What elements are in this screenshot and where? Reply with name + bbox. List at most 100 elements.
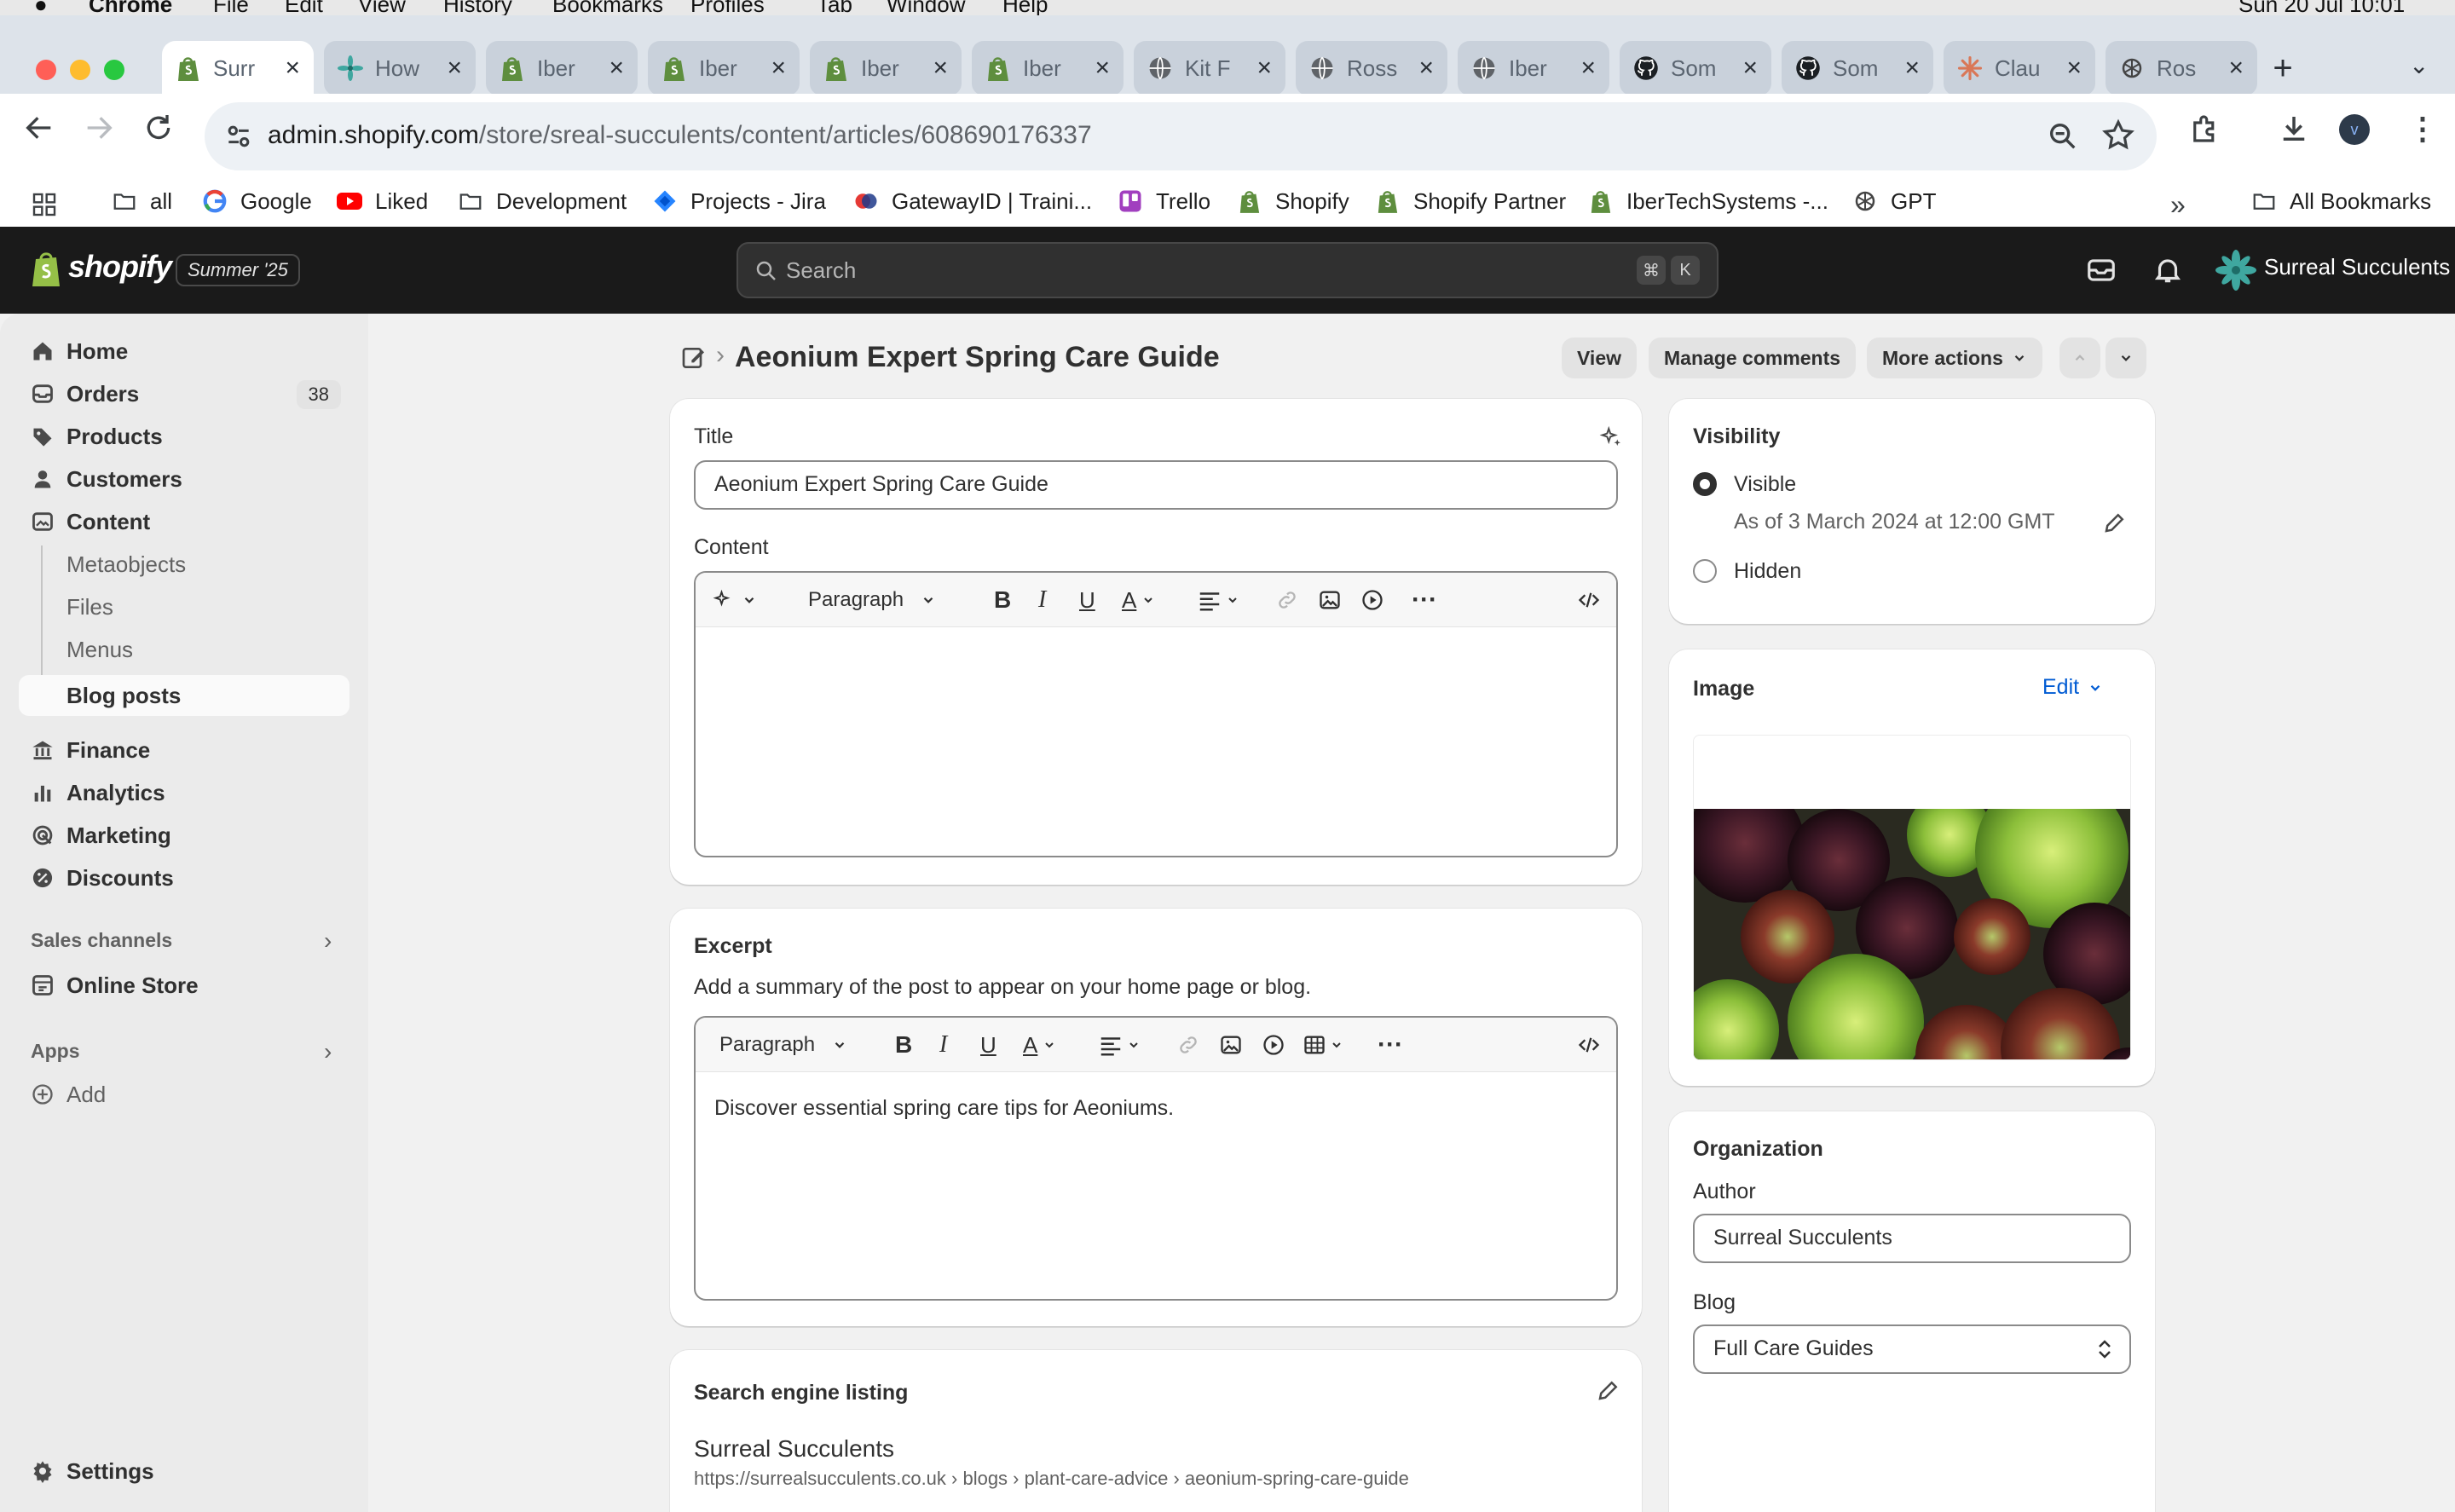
browser-tab[interactable]: Kit F × (1134, 41, 1285, 95)
back-icon[interactable] (22, 111, 56, 145)
previous-post-button[interactable] (2059, 338, 2100, 378)
menu-help[interactable]: Help (1002, 0, 1048, 15)
apple-menu[interactable]: ● (34, 0, 48, 15)
sidebar-item-products[interactable]: Products (19, 416, 349, 457)
browser-tab[interactable]: Ross × (1296, 41, 1447, 95)
bookmark-item[interactable]: Google (201, 188, 312, 215)
browser-tab[interactable]: Som × (1782, 41, 1933, 95)
browser-tab[interactable]: Som × (1620, 41, 1771, 95)
sidebar-item-metaobjects[interactable]: Metaobjects (19, 544, 349, 585)
sidebar-item-orders[interactable]: Orders 38 (19, 373, 349, 414)
admin-search-input[interactable]: Search ⌘ K (736, 242, 1718, 298)
sidebar-item-files[interactable]: Files (19, 586, 349, 627)
insert-image-icon[interactable] (1219, 1030, 1243, 1060)
image-edit-button[interactable]: Edit (2042, 675, 2103, 700)
align-icon[interactable] (1098, 1030, 1141, 1060)
close-tab-icon[interactable]: × (447, 55, 462, 81)
apps-heading[interactable]: Apps (31, 1040, 80, 1063)
sidebar-item-marketing[interactable]: Marketing (19, 815, 349, 856)
browser-tab[interactable]: Iber × (972, 41, 1124, 95)
excerpt-editor[interactable]: Paragraph B I U A ··· Discover essential… (694, 1016, 1618, 1301)
chrome-menu-icon[interactable]: ⋮ (2407, 111, 2438, 147)
author-input[interactable]: Surreal Succulents (1693, 1214, 2131, 1263)
close-tab-icon[interactable]: × (285, 55, 300, 81)
minimize-window-button[interactable] (70, 60, 90, 80)
italic-icon[interactable]: I (1038, 585, 1046, 615)
zoom-window-button[interactable] (104, 60, 124, 80)
insert-video-icon[interactable] (1360, 585, 1384, 615)
bookmark-item[interactable]: all (111, 188, 172, 215)
extensions-icon[interactable] (2187, 111, 2223, 147)
browser-tab[interactable]: Iber × (648, 41, 800, 95)
reload-icon[interactable] (142, 111, 176, 145)
profile-avatar[interactable]: v (2339, 114, 2370, 145)
close-tab-icon[interactable]: × (771, 55, 786, 81)
inbox-icon[interactable] (2085, 254, 2117, 286)
bell-icon[interactable] (2152, 254, 2184, 286)
browser-tab[interactable]: How × (324, 41, 476, 95)
underline-icon[interactable]: U (980, 1030, 996, 1060)
text-color-icon[interactable]: A (1122, 585, 1155, 615)
bookmark-item[interactable]: Shopify (1236, 188, 1349, 215)
align-icon[interactable] (1197, 585, 1239, 615)
zoom-icon[interactable] (2046, 119, 2080, 153)
bookmark-item[interactable]: GPT (1851, 188, 1936, 215)
show-html-icon[interactable] (1577, 585, 1601, 615)
more-formatting-icon[interactable]: ··· (1378, 1030, 1403, 1060)
sidebar-item-analytics[interactable]: Analytics (19, 772, 349, 813)
all-bookmarks-folder[interactable]: All Bookmarks (2250, 188, 2431, 215)
italic-icon[interactable]: I (939, 1030, 947, 1060)
link-icon[interactable] (1275, 585, 1299, 615)
site-info-icon[interactable] (222, 119, 256, 153)
edit-date-pencil-icon[interactable] (2102, 510, 2128, 535)
bold-icon[interactable]: B (994, 585, 1011, 615)
edition-badge[interactable]: Summer '25 (176, 254, 300, 286)
menu-file[interactable]: File (213, 0, 249, 15)
close-tab-icon[interactable]: × (1742, 55, 1758, 81)
bookmark-item[interactable]: IberTechSystems -... (1587, 188, 1828, 215)
visible-radio[interactable] (1693, 472, 1717, 496)
ai-sparkle-icon[interactable] (1599, 424, 1625, 450)
close-tab-icon[interactable]: × (2066, 55, 2082, 81)
insert-table-icon[interactable] (1303, 1030, 1343, 1060)
menu-chrome[interactable]: Chrome (89, 0, 172, 15)
hidden-radio[interactable] (1693, 559, 1717, 583)
bookmark-item[interactable]: Trello (1117, 188, 1210, 215)
menu-view[interactable]: View (358, 0, 406, 15)
sidebar-item-finance[interactable]: Finance (19, 730, 349, 770)
store-logo-icon[interactable] (2215, 249, 2257, 291)
store-name[interactable]: Surreal Succulents (2264, 254, 2450, 280)
visible-label[interactable]: Visible (1734, 472, 1796, 497)
blog-post-icon[interactable] (680, 344, 708, 372)
menu-tab[interactable]: Tab (817, 0, 852, 15)
featured-image-frame[interactable] (1693, 735, 2131, 1060)
bookmark-star-icon[interactable] (2100, 118, 2136, 153)
browser-tab[interactable]: Surr × (162, 41, 314, 95)
sidebar-item-content[interactable]: Content (19, 501, 349, 542)
more-formatting-icon[interactable]: ··· (1412, 585, 1437, 615)
browser-tab[interactable]: Iber × (1458, 41, 1609, 95)
bookmark-item[interactable]: Projects - Jira (651, 188, 826, 215)
address-bar[interactable]: admin.shopify.com/store/sreal-succulents… (205, 102, 2157, 170)
insert-video-icon[interactable] (1262, 1030, 1285, 1060)
menu-edit[interactable]: Edit (285, 0, 323, 15)
more-bookmarks-icon[interactable]: » (2170, 189, 2186, 221)
ai-generate-dropdown[interactable] (713, 585, 757, 615)
edit-pencil-icon[interactable] (1596, 1377, 1621, 1403)
close-tab-icon[interactable]: × (609, 55, 624, 81)
close-tab-icon[interactable]: × (933, 55, 948, 81)
sidebar-item-menus[interactable]: Menus (19, 629, 349, 670)
insert-image-icon[interactable] (1318, 585, 1342, 615)
underline-icon[interactable]: U (1079, 585, 1095, 615)
tab-search-chevron-icon[interactable]: ⌄ (2409, 51, 2429, 79)
bookmark-item[interactable]: Development (457, 188, 627, 215)
view-button[interactable]: View (1562, 338, 1637, 378)
more-actions-button[interactable]: More actions (1867, 338, 2042, 378)
sidebar-item-discounts[interactable]: Discounts (19, 857, 349, 898)
menu-history[interactable]: History (443, 0, 512, 15)
paragraph-style-select[interactable]: Paragraph (808, 585, 936, 615)
link-icon[interactable] (1176, 1030, 1200, 1060)
blog-select[interactable]: Full Care Guides (1693, 1324, 2131, 1374)
sidebar-item-customers[interactable]: Customers (19, 459, 349, 499)
close-tab-icon[interactable]: × (1095, 55, 1110, 81)
